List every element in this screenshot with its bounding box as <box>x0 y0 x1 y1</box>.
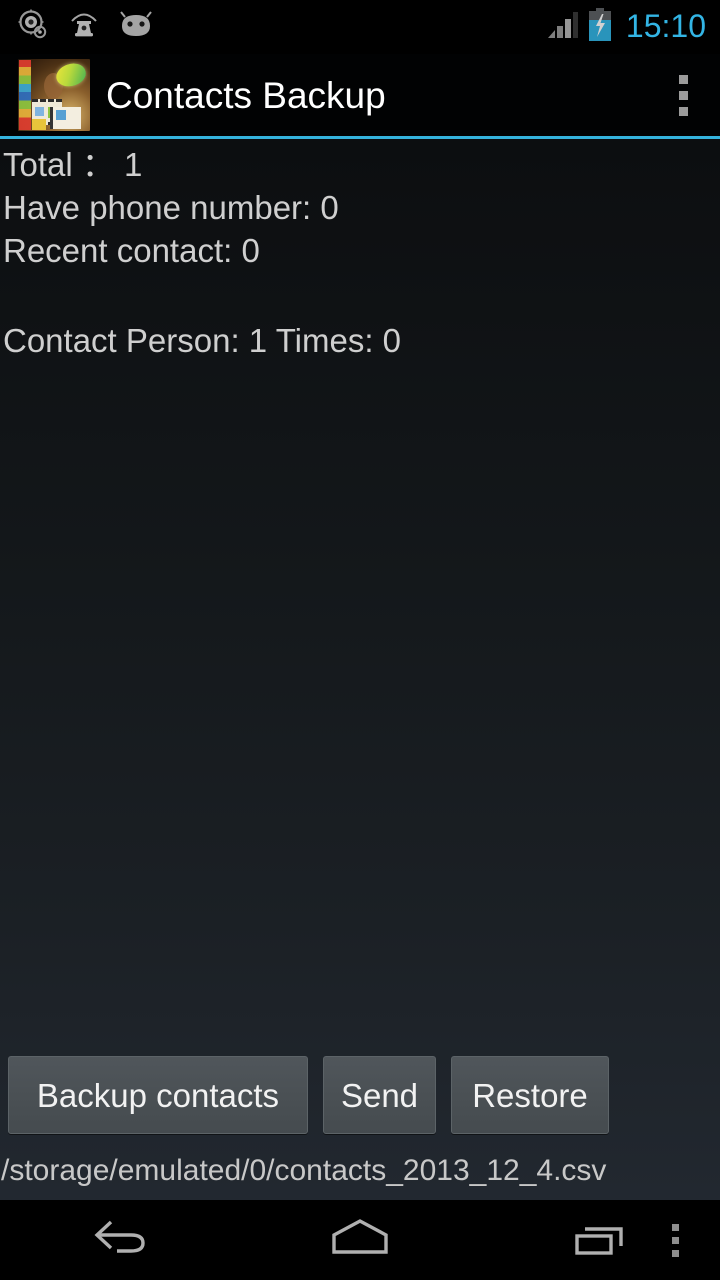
restore-button[interactable]: Restore <box>451 1056 609 1134</box>
nav-menu-button[interactable] <box>652 1200 698 1280</box>
home-icon <box>329 1216 391 1265</box>
android-screen: 15:10 Contacts Backup Total ： 1 Have pho… <box>0 0 720 1280</box>
backup-file-path: /storage/emulated/0/contacts_2013_12_4.c… <box>1 1154 607 1187</box>
navigation-bar <box>0 1200 720 1280</box>
camera-gear-icon <box>16 8 50 47</box>
stats-gap <box>3 272 720 319</box>
signal-bars-icon <box>546 10 578 45</box>
status-bar-system-icons: 15:10 <box>546 7 706 47</box>
overflow-dot <box>678 74 688 84</box>
content-filler <box>0 362 720 1056</box>
back-icon <box>91 1216 149 1265</box>
page-title: Contacts Backup <box>106 74 386 116</box>
send-button[interactable]: Send <box>323 1056 436 1134</box>
main-content: Total ： 1 Have phone number: 0 Recent co… <box>0 139 720 1200</box>
menu-dot <box>671 1249 679 1257</box>
overflow-dot <box>678 90 688 100</box>
overflow-menu-icon[interactable] <box>656 53 710 138</box>
nav-back-button[interactable] <box>0 1200 240 1280</box>
status-bar: 15:10 <box>0 0 720 54</box>
recent-apps-icon <box>571 1216 629 1265</box>
backup-contacts-button[interactable]: Backup contacts <box>8 1056 308 1134</box>
nav-home-button[interactable] <box>240 1200 480 1280</box>
stat-have-phone-number: Have phone number: 0 <box>3 189 339 226</box>
overflow-dot <box>678 106 688 116</box>
stat-recent-contact: Recent contact: 0 <box>3 232 260 269</box>
android-head-icon <box>118 10 154 45</box>
menu-dot <box>671 1223 679 1231</box>
contacts-backup-app-icon <box>18 59 90 131</box>
menu-dot <box>671 1236 679 1244</box>
telephone-icon <box>68 9 100 46</box>
contact-stats: Total ： 1 Have phone number: 0 Recent co… <box>0 139 720 362</box>
status-bar-clock: 15:10 <box>625 8 706 44</box>
battery-charging-icon <box>588 7 612 47</box>
action-bar: Contacts Backup <box>0 54 720 139</box>
status-bar-notification-icons <box>16 8 154 47</box>
action-button-row: Backup contacts Send Restore <box>0 1056 720 1142</box>
contact-person-summary: Contact Person: 1 Times: 0 <box>3 322 402 359</box>
stat-total: Total ： 1 <box>3 146 143 183</box>
